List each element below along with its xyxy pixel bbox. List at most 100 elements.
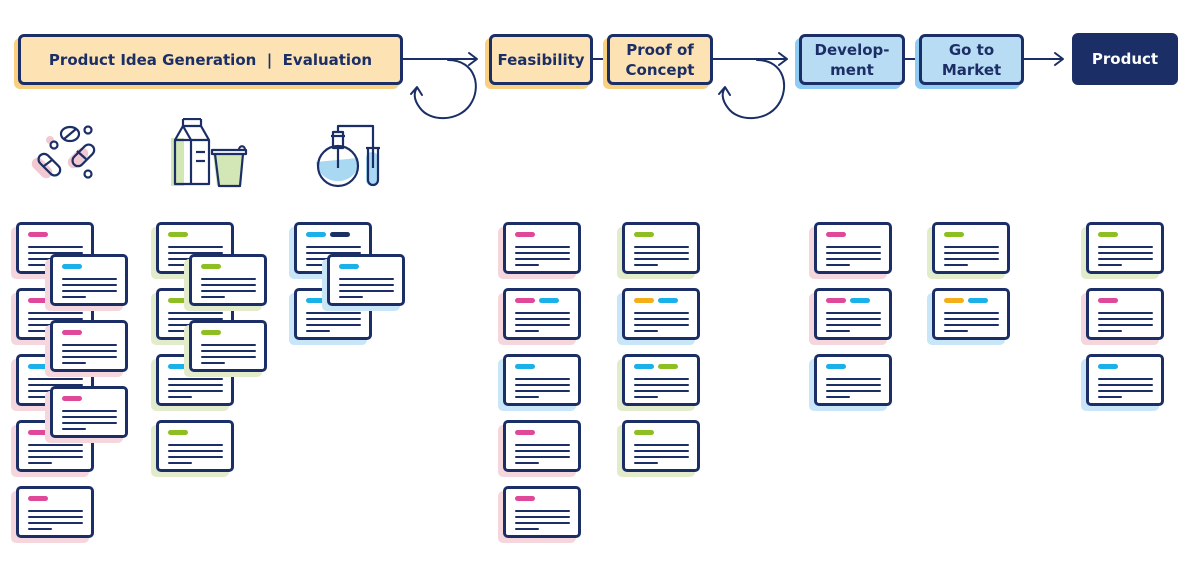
tag-orange <box>944 298 964 303</box>
card-tags <box>28 298 48 303</box>
stage-label-line-2: Concept <box>625 60 695 79</box>
text-line-placeholder <box>634 396 658 398</box>
text-line-placeholder <box>1098 258 1153 260</box>
idea-card <box>16 486 94 538</box>
text-line-placeholder <box>1098 390 1153 392</box>
text-line-placeholder <box>62 278 117 280</box>
text-line-placeholder <box>826 246 881 248</box>
text-line-placeholder <box>28 522 83 524</box>
idea-card <box>50 386 128 438</box>
tag-blue <box>168 364 188 369</box>
text-line-placeholder <box>944 264 968 266</box>
text-line-placeholder <box>62 416 117 418</box>
stage-label: Product Idea Generation | Evaluation <box>48 50 373 69</box>
text-line-placeholder <box>201 290 256 292</box>
text-line-placeholder <box>62 344 117 346</box>
text-line-placeholder <box>28 450 83 452</box>
card-tags <box>28 232 48 237</box>
text-line-placeholder <box>634 318 689 320</box>
text-line-placeholder <box>1098 396 1122 398</box>
text-line-placeholder <box>826 264 850 266</box>
tag-blue <box>850 298 870 303</box>
stage-label: Feasibility <box>497 50 585 69</box>
card-tags <box>634 298 678 303</box>
card-tags <box>28 430 48 435</box>
card-tags <box>28 496 48 501</box>
card-tags <box>306 232 350 237</box>
card-tags <box>201 330 221 335</box>
text-line-placeholder <box>28 396 52 398</box>
idea-card <box>327 254 405 306</box>
card-tags <box>944 232 964 237</box>
card-tags <box>515 298 559 303</box>
card-tags <box>826 232 846 237</box>
text-line-placeholder <box>944 252 999 254</box>
text-line-placeholder <box>826 378 881 380</box>
text-line-placeholder <box>168 378 223 380</box>
pipeline-diagram: Product Idea Generation | Evaluation Fea… <box>0 0 1200 572</box>
tag-blue <box>515 364 535 369</box>
card-tags <box>515 496 535 501</box>
text-line-placeholder <box>515 324 570 326</box>
text-line-placeholder <box>515 258 570 260</box>
text-line-placeholder <box>634 312 689 314</box>
tag-pink <box>515 430 535 435</box>
text-line-placeholder <box>515 528 539 530</box>
tag-pink <box>28 496 48 501</box>
tag-green <box>944 232 964 237</box>
text-line-placeholder <box>62 356 117 358</box>
idea-card <box>189 254 267 306</box>
card-tags <box>62 330 82 335</box>
text-line-placeholder <box>634 324 689 326</box>
idea-card <box>622 354 700 406</box>
tag-pink <box>515 232 535 237</box>
text-line-placeholder <box>515 396 539 398</box>
card-tags <box>339 264 359 269</box>
card-tags <box>168 430 188 435</box>
loop-idea-icon <box>410 59 477 120</box>
text-line-placeholder <box>515 390 570 392</box>
stage-label-line-1: Go to <box>948 40 995 59</box>
text-line-placeholder <box>515 264 539 266</box>
text-line-placeholder <box>28 528 52 530</box>
milk-yogurt-icon <box>171 118 248 188</box>
text-line-placeholder <box>306 312 361 314</box>
text-line-placeholder <box>515 462 539 464</box>
tag-blue <box>539 298 559 303</box>
card-tags <box>944 298 988 303</box>
text-line-placeholder <box>944 258 999 260</box>
text-line-placeholder <box>1098 246 1153 248</box>
text-line-placeholder <box>634 246 689 248</box>
text-line-placeholder <box>634 456 689 458</box>
stage-label-line-1: Develop- <box>814 40 890 59</box>
idea-card <box>503 420 581 472</box>
stage-feasibility: Feasibility <box>489 34 593 85</box>
text-line-placeholder <box>515 450 570 452</box>
text-line-placeholder <box>944 318 999 320</box>
tag-green <box>634 430 654 435</box>
tag-green <box>201 330 221 335</box>
stage-idea-generation: Product Idea Generation | Evaluation <box>18 34 403 85</box>
text-line-placeholder <box>168 246 223 248</box>
tag-pink <box>515 496 535 501</box>
lab-flask-icon <box>316 124 380 188</box>
tag-pink <box>62 396 82 401</box>
text-line-placeholder <box>28 456 83 458</box>
stage-label-line-2: ment <box>830 60 874 79</box>
text-line-placeholder <box>1098 318 1153 320</box>
card-tags <box>634 364 678 369</box>
text-line-placeholder <box>634 384 689 386</box>
text-line-placeholder <box>944 246 999 248</box>
text-line-placeholder <box>201 278 256 280</box>
idea-card <box>1086 354 1164 406</box>
text-line-placeholder <box>28 330 52 332</box>
card-tags <box>634 232 654 237</box>
text-line-placeholder <box>826 258 881 260</box>
text-line-placeholder <box>634 378 689 380</box>
card-tags <box>1098 232 1118 237</box>
card-tags <box>201 264 221 269</box>
text-line-placeholder <box>306 318 361 320</box>
text-line-placeholder <box>339 284 394 286</box>
card-tags <box>826 364 846 369</box>
text-line-placeholder <box>168 396 192 398</box>
